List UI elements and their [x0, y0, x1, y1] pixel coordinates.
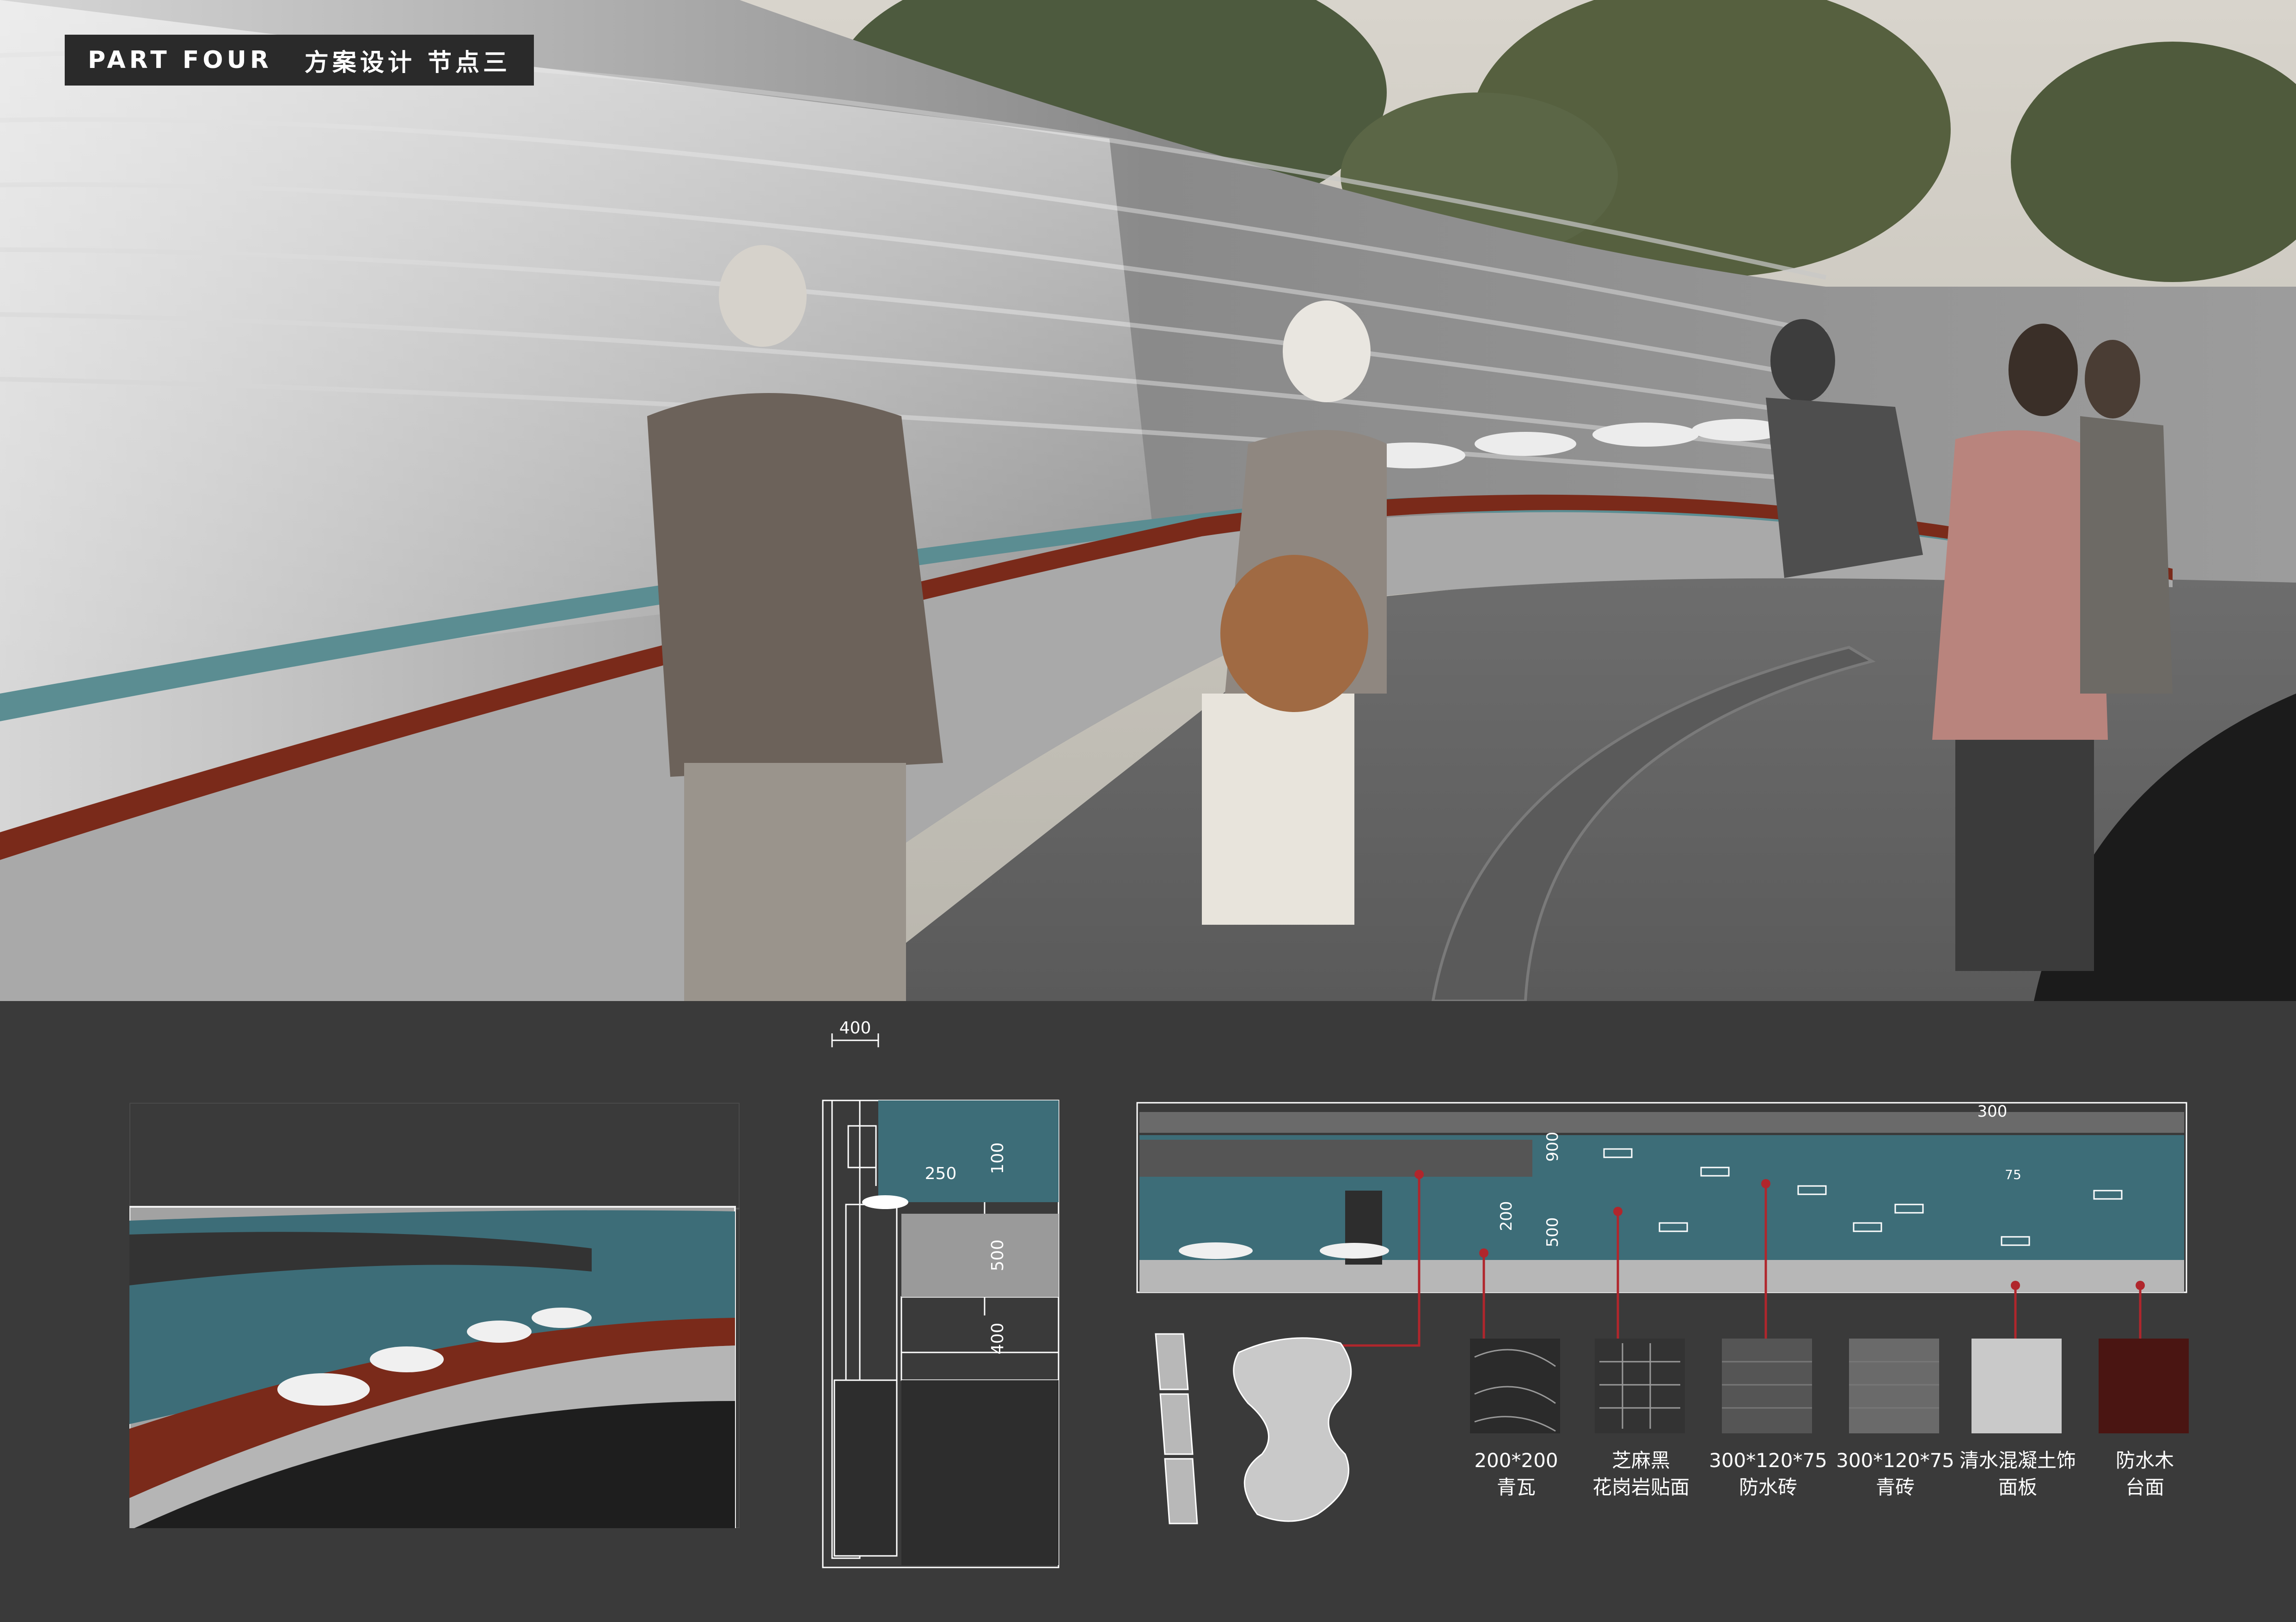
dim-basin-width: 250	[925, 1164, 957, 1183]
swatch-concrete	[1971, 1339, 2062, 1433]
roof-tile-detail	[1151, 1325, 1410, 1542]
material-1-name: 青瓦	[1496, 1476, 1536, 1499]
material-5-spec: 清水混凝土饰	[1959, 1449, 2076, 1472]
dim-900: 900	[1543, 1132, 1562, 1162]
material-caption-6: 防水木 台面	[2076, 1447, 2214, 1501]
dim-h2: 500	[988, 1240, 1007, 1272]
material-swatches	[1470, 1339, 2191, 1436]
material-caption-1: 200*200 青瓦	[1447, 1447, 1586, 1501]
material-caption-2: 芝麻黑 花岗岩贴面	[1572, 1447, 1710, 1501]
elevation-drawing: 300 900 200 500 75	[1133, 1098, 2191, 1297]
material-3-spec: 300*120*75	[1709, 1449, 1827, 1472]
swatch-granite	[1595, 1339, 1685, 1433]
material-caption-3: 300*120*75 防水砖	[1699, 1447, 1837, 1501]
swatch-wood	[2099, 1339, 2189, 1433]
part-label: PART FOUR	[88, 46, 272, 74]
material-caption-5: 清水混凝土饰 面板	[1948, 1447, 2087, 1501]
dim-h1: 100	[988, 1143, 1007, 1174]
material-4-name: 青砖	[1875, 1476, 1915, 1499]
swatch-grey-brick	[1849, 1339, 1939, 1433]
scene-illustration	[0, 0, 2296, 1001]
section-subtitle: 方案设计 节点三	[304, 49, 511, 77]
dim-500: 500	[1543, 1217, 1562, 1247]
dim-small: 75	[2005, 1167, 2021, 1182]
hero-render: PART FOUR 方案设计 节点三	[0, 0, 2296, 1001]
material-2-name: 花岗岩贴面	[1592, 1476, 1690, 1499]
material-6-spec: 防水木	[2115, 1449, 2174, 1472]
detail-section: 400 250 100 500 400 300 900 200 500 75 2…	[0, 1001, 2296, 1622]
material-4-spec: 300*120*75	[1836, 1449, 1954, 1472]
perspective-detail	[129, 1103, 740, 1528]
material-3-name: 防水砖	[1739, 1476, 1797, 1499]
material-2-spec: 芝麻黑	[1611, 1449, 1670, 1472]
section-drawing: 400 250 100 500 400	[814, 1020, 1072, 1584]
page-title-tag: PART FOUR 方案设计 节点三	[65, 35, 534, 86]
material-caption-4: 300*120*75 青砖	[1826, 1447, 1965, 1501]
swatch-waterproof-brick	[1722, 1339, 1812, 1433]
dim-tile-len: 300	[1978, 1102, 2008, 1121]
dim-200: 200	[1497, 1201, 1516, 1231]
material-1-spec: 200*200	[1474, 1449, 1558, 1472]
material-6-name: 台面	[2125, 1476, 2164, 1499]
dim-top-width: 400	[839, 1020, 871, 1038]
dim-h3: 400	[988, 1323, 1007, 1355]
material-5-name: 面板	[1998, 1476, 2037, 1499]
